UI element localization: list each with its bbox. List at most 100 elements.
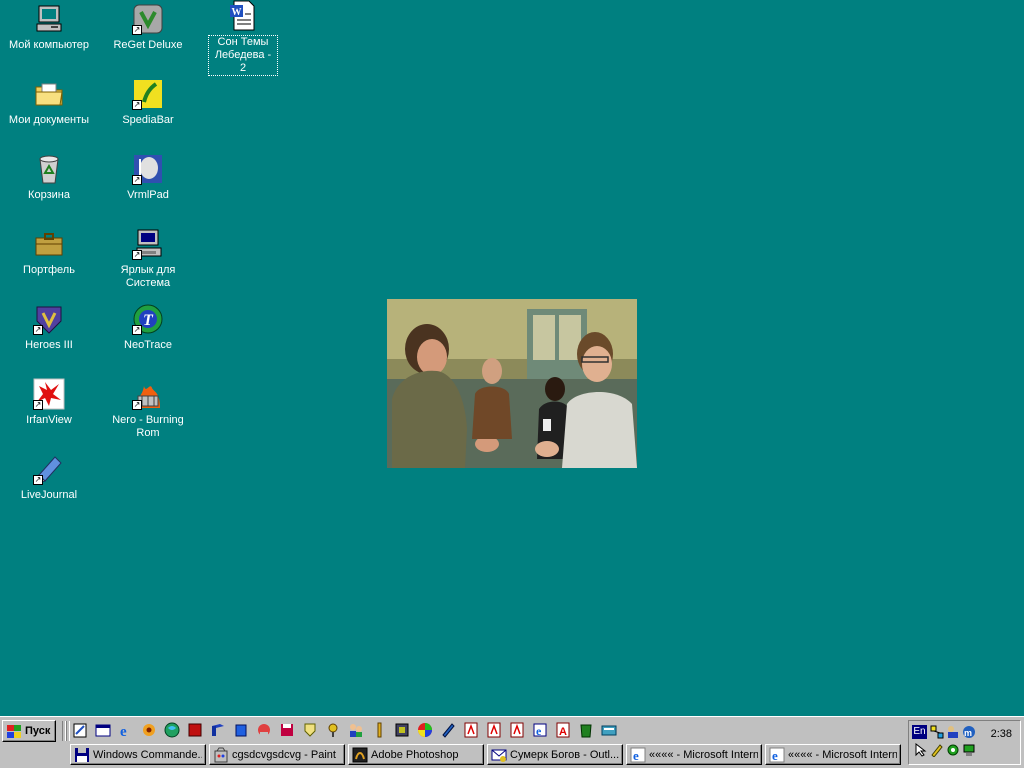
desktop-icon-reget[interactable]: ↗ ReGet Deluxe [102, 3, 194, 52]
nero-icon: ↗ [132, 378, 164, 410]
quick-launch-globe-icon[interactable] [164, 722, 180, 738]
quick-launch-shield-icon[interactable] [302, 722, 318, 738]
desktop-icon-briefcase[interactable]: Портфель [3, 228, 95, 277]
quick-launch-notepad-icon[interactable] [72, 722, 88, 738]
quick-launch-color-wheel-icon[interactable] [417, 722, 433, 738]
quick-launch-pencil-icon[interactable] [371, 722, 387, 738]
reget-icon: ↗ [132, 3, 164, 35]
quick-launch-bar: e e A [72, 722, 617, 742]
tray-gear-icon[interactable] [946, 743, 960, 757]
ie-icon: e [630, 747, 646, 763]
tray-network-icon[interactable] [930, 725, 944, 739]
neotrace-icon: T ↗ [132, 303, 164, 335]
svg-text:e: e [772, 748, 778, 763]
task-button-internet-explorer-1[interactable]: e «««« - Microsoft Intern... [626, 744, 762, 765]
quick-launch-acrobat3-icon[interactable] [509, 722, 525, 738]
quick-launch-acrobat-reader-icon[interactable]: A [555, 722, 571, 738]
floppy-icon [74, 747, 90, 763]
desktop-icon-my-computer[interactable]: Мой компьютер [3, 3, 95, 52]
desktop-icon-system-shortcut[interactable]: ↗ Ярлык для Система [102, 228, 194, 290]
task-button-outlook[interactable]: Сумерк Богов - Outl... [487, 744, 623, 765]
icon-label: ReGet Deluxe [113, 39, 183, 51]
tray-clock[interactable]: 2:38 [991, 728, 1012, 740]
ie-icon: e [769, 747, 785, 763]
task-button-windows-commander[interactable]: Windows Commande... [70, 744, 206, 765]
quick-launch-trash-icon[interactable] [578, 722, 594, 738]
icon-label: LiveJournal [20, 489, 78, 501]
quick-launch-book2-icon[interactable] [233, 722, 249, 738]
quick-launch-ie-icon[interactable]: e [118, 722, 134, 740]
desktop-icon-word-document[interactable]: W Сон Темы Лебедева - 2 [197, 0, 289, 76]
task-label: «««« - Microsoft Intern... [649, 748, 758, 761]
shortcut-arrow-icon: ↗ [33, 325, 43, 335]
icon-label: NeoTrace [124, 339, 172, 351]
svg-text:e: e [633, 748, 639, 763]
quick-launch-pin-icon[interactable] [325, 722, 341, 738]
icon-label: Heroes III [25, 339, 73, 351]
spediabar-icon: ↗ [132, 78, 164, 110]
wallpaper-photo [387, 299, 637, 468]
quick-launch-book-icon[interactable] [210, 722, 226, 738]
folder-icon [33, 78, 65, 110]
quick-launch-flower-icon[interactable] [141, 722, 157, 738]
svg-text:W: W [232, 7, 242, 18]
task-label: Windows Commande... [93, 748, 202, 761]
svg-text:m: m [964, 728, 972, 738]
tray-cursor-icon[interactable] [914, 742, 928, 757]
start-button[interactable]: Пуск [2, 720, 56, 742]
quick-launch-people-icon[interactable] [348, 722, 364, 738]
svg-text:A: A [559, 726, 567, 738]
shortcut-arrow-icon: ↗ [132, 25, 142, 35]
desktop-icon-heroes[interactable]: ↗ Heroes III [3, 303, 95, 352]
tray-users-icon[interactable] [946, 725, 960, 739]
quick-launch-red-app-icon[interactable] [187, 722, 203, 738]
icon-label: Nero - Burning Rom [112, 414, 184, 439]
desktop-icon-my-documents[interactable]: Мои документы [3, 78, 95, 127]
desktop-icon-recycle-bin[interactable]: Корзина [3, 153, 95, 202]
taskbar: Пуск e e A Windows Commande... cgsdcvgsd… [0, 716, 1024, 768]
desktop-icon-vrmlpad[interactable]: ↗ VrmlPad [102, 153, 194, 202]
icon-label: Мой компьютер [8, 39, 90, 51]
svg-text:e: e [536, 724, 542, 738]
icon-label: Сон Темы Лебедева - 2 [208, 35, 278, 76]
desktop-icon-livejournal[interactable]: ↗ LiveJournal [3, 453, 95, 502]
tray-pen-icon[interactable] [930, 743, 944, 758]
quick-launch-pen-icon[interactable] [440, 722, 456, 738]
quick-launch-window-icon[interactable] [95, 722, 111, 738]
quick-launch-acrobat-icon[interactable] [463, 722, 479, 738]
tray-globe-icon[interactable]: m [962, 725, 976, 739]
word-document-icon: W [227, 0, 259, 32]
task-label: «««« - Microsoft Intern... [788, 748, 897, 761]
quick-launch-film-icon[interactable] [394, 722, 410, 738]
shortcut-arrow-icon: ↗ [132, 100, 142, 110]
task-label: Сумерк Богов - Outl... [510, 748, 619, 761]
tray-monitor-icon[interactable] [962, 743, 976, 757]
shortcut-arrow-icon: ↗ [132, 400, 142, 410]
desktop-icon-nero[interactable]: ↗ Nero - Burning Rom [102, 378, 194, 440]
icon-label: SpediaBar [122, 114, 174, 126]
photoshop-icon [352, 747, 368, 763]
quick-launch-acrobat2-icon[interactable] [486, 722, 502, 738]
svg-text:T: T [143, 312, 154, 329]
icon-label: Корзина [28, 189, 70, 201]
desktop-icon-irfanview[interactable]: ↗ IrfanView [3, 378, 95, 427]
quick-launch-save-icon[interactable] [279, 722, 295, 738]
task-button-paint[interactable]: cgsdcvgsdcvg - Paint [209, 744, 345, 765]
task-button-photoshop[interactable]: Adobe Photoshop [348, 744, 484, 765]
vrmlpad-icon: ↗ [132, 153, 164, 185]
outlook-icon [491, 747, 507, 763]
desktop-icon-spediabar[interactable]: ↗ SpediaBar [102, 78, 194, 127]
quick-launch-keyboard-icon[interactable] [601, 722, 617, 738]
icon-label: Портфель [23, 264, 75, 276]
language-indicator[interactable]: En [912, 725, 927, 739]
livejournal-pencil-icon: ↗ [33, 453, 65, 485]
desktop-icon-neotrace[interactable]: T ↗ NeoTrace [102, 303, 194, 352]
start-label: Пуск [25, 725, 51, 737]
shortcut-arrow-icon: ↗ [132, 175, 142, 185]
quick-launch-network-icon[interactable] [256, 722, 272, 738]
system-tray: En m 2:38 [908, 720, 1021, 765]
task-button-internet-explorer-2[interactable]: e «««« - Microsoft Intern... [765, 744, 901, 765]
windows-logo-icon [6, 724, 22, 738]
quick-launch-ie2-icon[interactable]: e [532, 722, 548, 738]
recycle-bin-icon [33, 153, 65, 185]
